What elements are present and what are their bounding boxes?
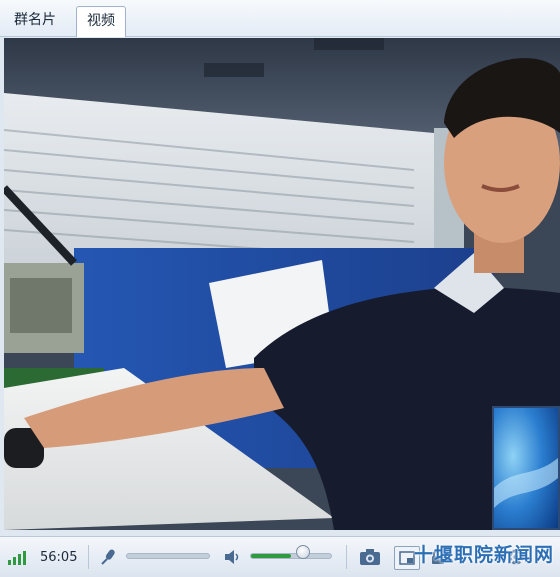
tab-video[interactable]: 视频 — [76, 6, 126, 37]
divider — [88, 545, 89, 569]
video-scene — [4, 38, 560, 530]
video-feed — [4, 38, 560, 530]
self-preview-image — [494, 408, 558, 528]
speaker-volume-fill — [251, 554, 291, 558]
call-timer: 56:05 — [40, 549, 78, 565]
microphone-icon[interactable] — [96, 546, 120, 568]
watermark-text: 十堰职院新闻网 — [413, 544, 554, 566]
self-preview-window[interactable] — [492, 406, 560, 530]
signal-bars-icon — [8, 537, 30, 577]
speaker-volume-knob[interactable] — [296, 545, 310, 559]
tab-group-card[interactable]: 群名片 — [4, 6, 66, 35]
speaker-icon[interactable] — [220, 546, 244, 568]
camera-snapshot-icon[interactable] — [358, 546, 382, 568]
divider — [346, 545, 347, 569]
speaker-volume-slider[interactable] — [250, 553, 332, 559]
tab-bar: 群名片 视频 — [0, 0, 560, 37]
microphone-volume-slider[interactable] — [126, 553, 210, 559]
